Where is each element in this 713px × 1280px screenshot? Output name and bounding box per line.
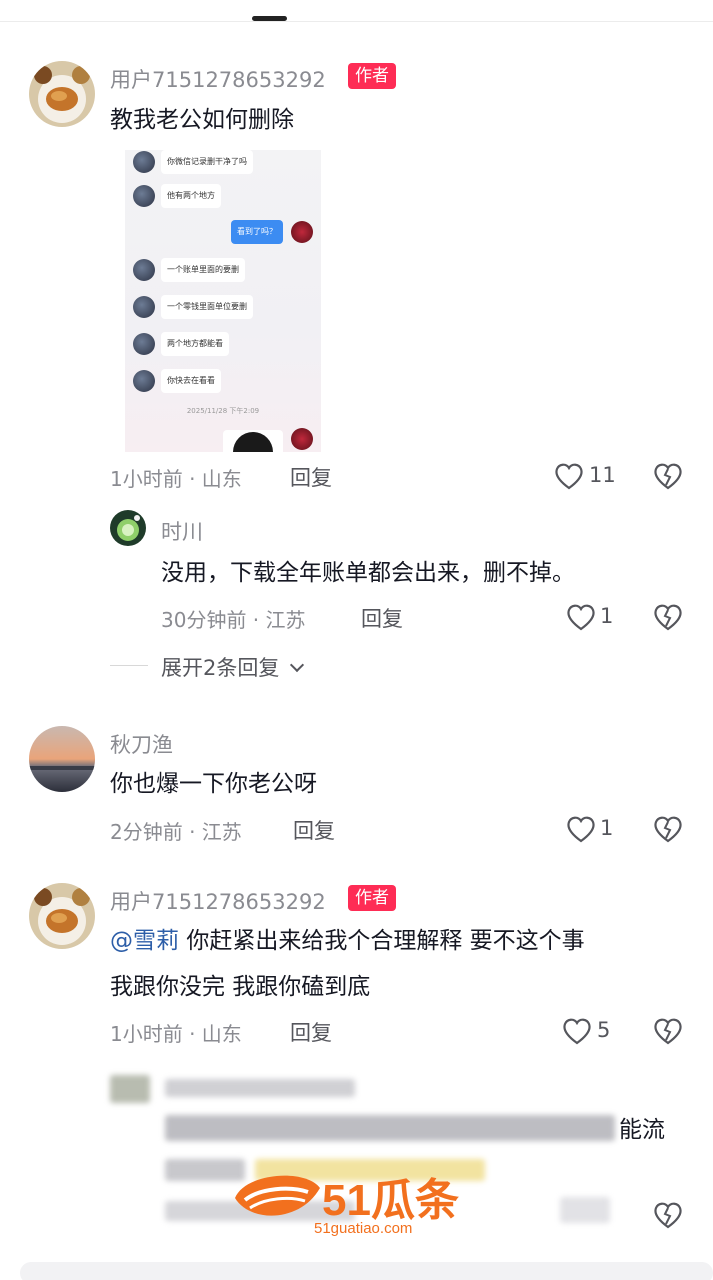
watermark-logo: 51瓜条 51guatiao.com [230,1160,480,1240]
comment-text: 教我老公如何删除 [110,107,294,133]
dislike-icon[interactable] [653,1016,683,1046]
expand-replies-label: 展开2条回复 [161,656,280,680]
avatar[interactable] [29,883,95,949]
like-count: 1 [600,604,614,628]
chat-screenshot-image[interactable]: 你微信记录删干净了吗 他有两个地方 看到了吗？ 一个账单里面的要删 一个零钱里面… [125,150,321,452]
top-bar [0,0,713,22]
author-badge: 作者 [348,63,396,89]
reply-button[interactable]: 回复 [290,462,332,492]
avatar[interactable] [29,726,95,792]
like-count: 5 [597,1018,611,1042]
comment-username[interactable]: 秋刀渔 [110,729,173,759]
chevron-down-icon [289,657,305,673]
partial-comment-text: 能流 [619,1117,665,1143]
comment-time-location: 1小时前 · 山东 [110,467,242,491]
divider [110,665,148,666]
comment-text: 你也爆一下你老公呀 [110,771,317,797]
comment-text-line2: 我跟你没完 我跟你磕到底 [110,974,371,1000]
heart-icon[interactable] [562,1017,592,1045]
avatar[interactable] [29,61,95,127]
watermark-brand: 51瓜条 [322,1176,459,1225]
heart-icon[interactable] [566,815,596,843]
drag-handle[interactable] [252,16,287,21]
comment-text: 你赶紧出来给我个合理解释 要不这个事 [186,928,585,954]
reply-button[interactable]: 回复 [290,1017,332,1047]
reply-button[interactable]: 回复 [361,603,403,633]
comment-input-bar[interactable] [20,1262,713,1280]
chat-bubble-partial [223,430,283,452]
comment-text-line1: @雪莉 你赶紧出来给我个合理解释 要不这个事 [110,918,585,964]
comment-username[interactable]: 用户7151278653292 [110,886,326,916]
comment-time-location: 2分钟前 · 江苏 [110,820,242,844]
dislike-icon[interactable] [653,461,683,491]
comment-time-location: 1小时前 · 山东 [110,1022,242,1046]
reply-button[interactable]: 回复 [293,815,335,845]
heart-icon[interactable] [566,603,596,631]
reply-text: 没用，下载全年账单都会出来，删不掉。 [161,560,575,586]
chat-avatar-self [291,428,313,450]
comment-username[interactable]: 用户7151278653292 [110,64,326,94]
like-count: 1 [600,816,614,840]
watermelon-logo-icon [235,1175,320,1216]
reply-time-location: 30分钟前 · 江苏 [161,608,306,632]
reply-username[interactable]: 时川 [161,516,203,546]
watermark-url: 51guatiao.com [314,1220,413,1237]
chat-timestamp: 2025/11/28 下午2:09 [186,407,260,415]
dislike-icon[interactable] [653,602,683,632]
avatar[interactable] [110,510,146,546]
heart-icon[interactable] [554,462,584,490]
author-badge: 作者 [348,885,396,911]
dislike-icon[interactable] [653,814,683,844]
mention-link[interactable]: @雪莉 [110,928,179,954]
expand-replies-button[interactable]: 展开2条回复 [161,652,305,682]
dislike-icon[interactable] [653,1200,683,1230]
like-count: 11 [589,463,616,487]
